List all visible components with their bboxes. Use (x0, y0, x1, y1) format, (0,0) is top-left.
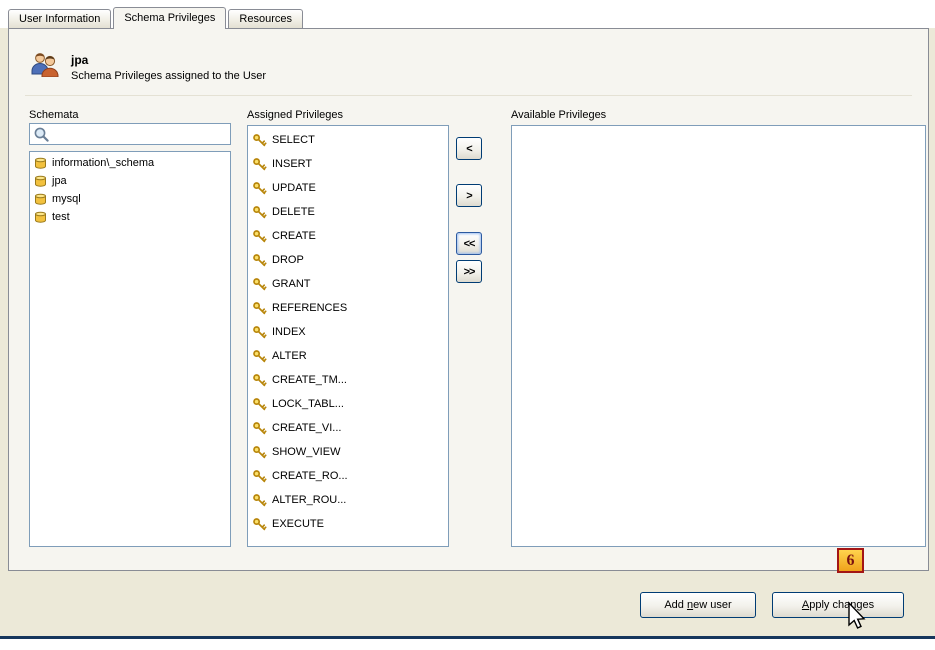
database-icon (34, 175, 47, 188)
privilege-name: CREATE (272, 230, 316, 242)
schema-name: jpa (52, 175, 67, 187)
privilege-name: DELETE (272, 206, 315, 218)
assigned-privileges-list[interactable]: SELECT INSERT UPDATE (247, 125, 449, 547)
privilege-list-item[interactable]: SHOW_VIEW (248, 440, 448, 464)
privilege-name: CREATE_VI... (272, 422, 341, 434)
move-left-button[interactable]: < (456, 137, 482, 160)
tab-schema-privileges[interactable]: Schema Privileges (113, 7, 226, 29)
schema-name: test (52, 211, 70, 223)
privilege-name: CREATE_RO... (272, 470, 348, 482)
privilege-name: INSERT (272, 158, 312, 170)
move-all-left-button[interactable]: << (456, 232, 482, 255)
privilege-name: INDEX (272, 326, 306, 338)
privilege-list-item[interactable]: LOCK_TABL... (248, 392, 448, 416)
privilege-key-icon (252, 253, 267, 268)
tab-bar: User Information Schema Privileges Resou… (8, 7, 305, 29)
privilege-name: REFERENCES (272, 302, 347, 314)
privilege-key-icon (252, 301, 267, 316)
window-bottom-area (0, 639, 935, 650)
privilege-name: SELECT (272, 134, 315, 146)
privilege-key-icon (252, 277, 267, 292)
database-icon (34, 157, 47, 170)
privilege-name: LOCK_TABL... (272, 398, 344, 410)
privilege-key-icon (252, 445, 267, 460)
privilege-key-icon (252, 469, 267, 484)
privilege-key-icon (252, 493, 267, 508)
privilege-name: EXECUTE (272, 518, 324, 530)
privilege-list-item[interactable]: CREATE_RO... (248, 464, 448, 488)
privilege-key-icon (252, 157, 267, 172)
schema-name: information\_schema (52, 157, 154, 169)
privilege-key-icon (252, 205, 267, 220)
privilege-list-item[interactable]: GRANT (248, 272, 448, 296)
step-annotation-badge: 6 (837, 548, 864, 573)
schema-privileges-panel: jpa Schema Privileges assigned to the Us… (8, 28, 929, 571)
privilege-name: SHOW_VIEW (272, 446, 340, 458)
schema-list-item[interactable]: test (30, 208, 230, 226)
privilege-name: UPDATE (272, 182, 316, 194)
privilege-list-item[interactable]: DROP (248, 248, 448, 272)
mouse-cursor-icon (845, 601, 867, 631)
users-icon (29, 51, 61, 77)
privilege-list-item[interactable]: CREATE_TM... (248, 368, 448, 392)
schema-search-input[interactable] (54, 125, 226, 143)
privilege-key-icon (252, 421, 267, 436)
privilege-list-item[interactable]: UPDATE (248, 176, 448, 200)
add-new-user-label: Add (664, 599, 687, 611)
available-privileges-label: Available Privileges (511, 109, 606, 121)
privilege-name: CREATE_TM... (272, 374, 347, 386)
privilege-list-item[interactable]: EXECUTE (248, 512, 448, 536)
add-new-user-button[interactable]: Add new user (640, 592, 756, 618)
privilege-list-item[interactable]: SELECT (248, 128, 448, 152)
privilege-list-item[interactable]: ALTER (248, 344, 448, 368)
available-privileges-list[interactable] (511, 125, 926, 547)
schema-list-item[interactable]: information\_schema (30, 154, 230, 172)
assigned-privileges-label: Assigned Privileges (247, 109, 343, 121)
privilege-list-item[interactable]: CREATE_VI... (248, 416, 448, 440)
move-all-right-button[interactable]: >> (456, 260, 482, 283)
panel-subtitle: Schema Privileges assigned to the User (71, 70, 266, 82)
schemata-label: Schemata (29, 109, 79, 121)
header-separator (25, 95, 912, 96)
schema-list-item[interactable]: jpa (30, 172, 230, 190)
database-icon (34, 211, 47, 224)
privilege-list-item[interactable]: REFERENCES (248, 296, 448, 320)
panel-header: jpa Schema Privileges assigned to the Us… (29, 51, 266, 82)
apply-changes-button[interactable]: Apply changes (772, 592, 904, 618)
privilege-list-item[interactable]: INDEX (248, 320, 448, 344)
search-icon (33, 126, 50, 143)
privilege-key-icon (252, 349, 267, 364)
tab-user-information[interactable]: User Information (8, 9, 111, 28)
privilege-key-icon (252, 325, 267, 340)
schemata-list[interactable]: information\_schema jpa mysql (29, 151, 231, 547)
privilege-list-item[interactable]: DELETE (248, 200, 448, 224)
privilege-name: DROP (272, 254, 304, 266)
user-name-title: jpa (71, 51, 266, 67)
database-icon (34, 193, 47, 206)
privilege-list-item[interactable]: ALTER_ROU... (248, 488, 448, 512)
privilege-key-icon (252, 373, 267, 388)
privilege-key-icon (252, 517, 267, 532)
privilege-name: ALTER_ROU... (272, 494, 346, 506)
privilege-list-item[interactable]: CREATE (248, 224, 448, 248)
privilege-key-icon (252, 229, 267, 244)
privilege-name: ALTER (272, 350, 307, 362)
move-right-button[interactable]: > (456, 184, 482, 207)
privilege-name: GRANT (272, 278, 311, 290)
schema-list-item[interactable]: mysql (30, 190, 230, 208)
schema-search-box (29, 123, 231, 145)
privilege-list-item[interactable]: INSERT (248, 152, 448, 176)
privilege-key-icon (252, 133, 267, 148)
tab-resources[interactable]: Resources (228, 9, 303, 28)
privilege-key-icon (252, 181, 267, 196)
privilege-key-icon (252, 397, 267, 412)
schema-name: mysql (52, 193, 81, 205)
